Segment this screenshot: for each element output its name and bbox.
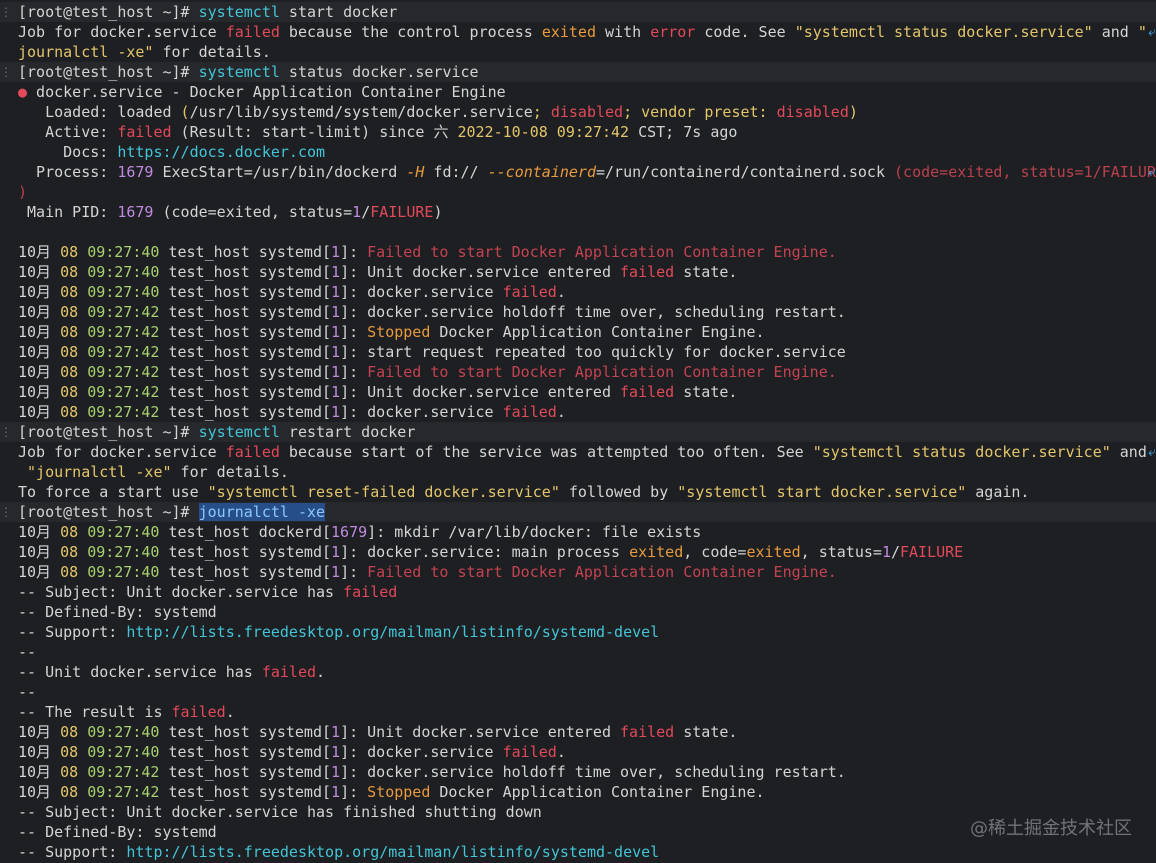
- journal-line: 10月 08 09:27:40 test_host systemd[1]: Fa…: [18, 563, 837, 581]
- selected-command[interactable]: journalctl -xe: [198, 503, 326, 521]
- journal-line: 10月 08 09:27:40 test_host systemd[1]: do…: [18, 283, 566, 301]
- journal-line: 10月 08 09:27:42 test_host systemd[1]: Fa…: [18, 363, 837, 381]
- journal-log-block: 10月 08 09:27:40 test_host systemd[1]: Fa…: [0, 242, 1156, 422]
- journal-line: 10月 08 09:27:40 test_host systemd[1]: do…: [18, 543, 964, 561]
- journal-line: 10月 08 09:27:42 test_host systemd[1]: St…: [18, 323, 765, 341]
- journal-line: 10月 08 09:27:40 test_host systemd[1]: Un…: [18, 723, 738, 741]
- wrap-icon: ⤶: [1148, 164, 1156, 180]
- journal-line: 10月 08 09:27:40 test_host systemd[1]: Fa…: [18, 243, 837, 261]
- journal-line: 10月 08 09:27:42 test_host systemd[1]: st…: [18, 343, 846, 361]
- watermark: @稀土掘金技术社区: [970, 818, 1132, 839]
- journal-line: 10月 08 09:27:40 test_host systemd[1]: Un…: [18, 263, 738, 281]
- prompt-line: ⋮ [root@test_host ~]# systemctl restart d…: [0, 422, 1156, 442]
- journal-note: -- Subject: Unit docker.service has fail…: [18, 583, 398, 601]
- journal-line: 10月 08 09:27:42 test_host systemd[1]: do…: [18, 303, 846, 321]
- output-line: Job for docker.service failed because th…: [18, 23, 1156, 41]
- status-header: ● docker.service - Docker Application Co…: [18, 83, 506, 101]
- status-mainpid: Main PID: 1679 (code=exited, status=1/FA…: [18, 203, 443, 221]
- journal-note: --: [18, 683, 37, 701]
- journal-note: -- Unit docker.service has failed.: [18, 663, 326, 681]
- output-line: ): [18, 183, 28, 201]
- output-line: "journalctl -xe" for details.: [18, 463, 289, 481]
- docs-link[interactable]: https://docs.docker.com: [117, 143, 325, 161]
- journal-note: --: [18, 643, 37, 661]
- journal-line: 10月 08 09:27:42 test_host systemd[1]: do…: [18, 763, 846, 781]
- journal-note: -- Defined-By: systemd: [18, 603, 217, 621]
- output-line: journalctl -xe" for details.: [18, 43, 271, 61]
- gutter-marker: ⋮: [0, 505, 12, 519]
- journal-note: -- The result is failed.: [18, 703, 235, 721]
- status-docs: Docs: https://docs.docker.com: [18, 143, 326, 161]
- journal-line: 10月 08 09:27:42 test_host systemd[1]: St…: [18, 783, 765, 801]
- journal-line: 10月 08 09:27:42 test_host systemd[1]: do…: [18, 403, 566, 421]
- gutter-marker: ⋮: [0, 65, 12, 79]
- status-active: Active: failed (Result: start-limit) sin…: [18, 123, 738, 141]
- prompt-line: ⋮ [root@test_host ~]# systemctl start doc…: [0, 2, 1156, 22]
- journal-line: 10月 08 09:27:42 test_host systemd[1]: Un…: [18, 383, 738, 401]
- status-dot-icon: ●: [18, 83, 28, 101]
- prompt-line: ⋮ [root@test_host ~]# journalctl -xe: [0, 502, 1156, 522]
- support-link[interactable]: http://lists.freedesktop.org/mailman/lis…: [126, 843, 659, 861]
- status-process: Process: 1679 ExecStart=/usr/bin/dockerd…: [18, 163, 1156, 181]
- output-line: Job for docker.service failed because st…: [18, 443, 1156, 461]
- status-loaded: Loaded: loaded (/usr/lib/systemd/system/…: [18, 103, 858, 121]
- wrap-icon: ⤶: [1148, 24, 1156, 40]
- terminal-window[interactable]: ⋮ [root@test_host ~]# systemctl start doc…: [0, 0, 1156, 863]
- journal-log-block: 10月 08 09:27:40 test_host systemd[1]: Un…: [0, 722, 1156, 802]
- output-line: To force a start use "systemctl reset-fa…: [18, 483, 1030, 501]
- gutter-marker: ⋮: [0, 425, 12, 439]
- gutter-marker: ⋮: [0, 5, 12, 19]
- journal-line: 10月 08 09:27:40 test_host systemd[1]: do…: [18, 743, 566, 761]
- prompt-line: ⋮ [root@test_host ~]# systemctl status do…: [0, 62, 1156, 82]
- wrap-icon: ⤶: [1148, 444, 1156, 460]
- support-link[interactable]: http://lists.freedesktop.org/mailman/lis…: [126, 623, 659, 641]
- journal-note: -- Support: http://lists.freedesktop.org…: [18, 623, 660, 641]
- journal-note: -- Support: http://lists.freedesktop.org…: [18, 843, 660, 861]
- journal-line: 10月 08 09:27:40 test_host dockerd[1679]:…: [18, 523, 702, 541]
